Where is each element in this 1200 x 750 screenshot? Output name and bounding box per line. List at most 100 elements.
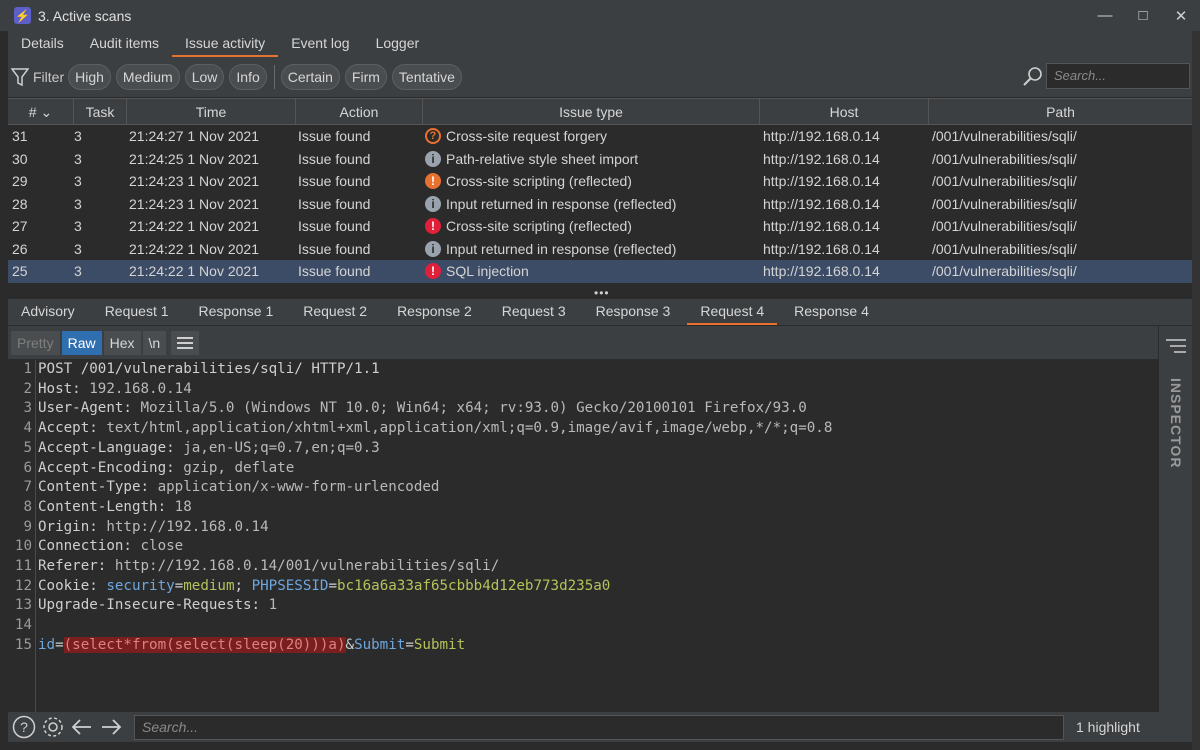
table-row[interactable]: 31 3 21:24:27 1 Nov 2021 Issue found? Cross-… — [8, 125, 1192, 148]
table-row[interactable]: 27 3 21:24:22 1 Nov 2021 Issue found! Cross-… — [8, 215, 1192, 238]
cell-action: Issue found — [298, 173, 371, 189]
tab-issue-activity[interactable]: Issue activity — [172, 31, 279, 57]
line-number: 1 — [23, 361, 32, 377]
severity-high-icon: ! — [425, 218, 441, 235]
tab-details[interactable]: Details — [8, 31, 77, 57]
minimize-icon[interactable]: — — [1086, 0, 1124, 31]
highlight-count: 1 highlight — [1076, 719, 1140, 735]
pretty-button[interactable]: Pretty — [11, 330, 60, 355]
cell-issue-type: i Input returned in response (reflected) — [423, 238, 760, 261]
code-token: Origin: — [38, 518, 107, 535]
cell-host: http://192.168.0.14 — [763, 240, 880, 257]
line-number: 4 — [23, 420, 32, 437]
filter-chip-medium[interactable]: Medium — [115, 64, 180, 90]
code-token: Content-Length: — [38, 498, 175, 515]
cell-num: 30 — [12, 150, 28, 167]
tab-response-4[interactable]: Response 4 — [781, 299, 882, 325]
help-icon[interactable]: ? — [11, 714, 37, 740]
table-row[interactable]: 25 3 21:24:22 1 Nov 2021 Issue found! SQL in… — [8, 260, 1192, 283]
cell-time: 21:24:23 1 Nov 2021 — [129, 173, 259, 189]
raw-request-editor[interactable]: 1 POST /001/vulnerabilities/sqli/ HTTP/1.… — [8, 360, 1158, 712]
table-row[interactable]: 29 3 21:24:23 1 Nov 2021 Issue found! Cross-… — [8, 170, 1192, 193]
column-header-host[interactable]: Host — [760, 99, 929, 125]
splitter-handle[interactable]: ••• — [594, 287, 610, 299]
cell-task: 3 — [74, 173, 82, 189]
filter-icon[interactable] — [11, 67, 29, 87]
request-line: 10 Connection: close — [8, 537, 1158, 557]
tab-request-4[interactable]: Request 4 — [687, 299, 778, 325]
request-line: 11 Referer: http://192.168.0.14/001/vulne… — [8, 557, 1158, 577]
cell-path: /001/vulnerabilities/sqli/ — [932, 263, 1077, 279]
column-header-action[interactable]: Action — [296, 99, 423, 125]
tab-request-3[interactable]: Request 3 — [489, 299, 579, 325]
tab-response-3[interactable]: Response 3 — [583, 299, 684, 325]
column-header-time[interactable]: Time — [127, 99, 296, 125]
tab-request-2[interactable]: Request 2 — [290, 299, 380, 325]
code-token: Cookie: — [38, 577, 107, 594]
code-token: security — [106, 577, 175, 594]
cell-host: http://192.168.0.14 — [763, 218, 880, 234]
filter-chip-high[interactable]: High — [68, 64, 111, 90]
code-token: = — [405, 636, 414, 653]
cell-time: 21:24:27 1 Nov 2021 — [129, 128, 259, 144]
menu-icon[interactable] — [171, 330, 200, 355]
tab-audit-items[interactable]: Audit items — [77, 31, 172, 57]
issue-type-label: Cross-site scripting (reflected) — [446, 173, 632, 189]
cell-host: http://192.168.0.14 — [763, 173, 880, 189]
tab-logger[interactable]: Logger — [363, 31, 433, 57]
code-token: Accept-Encoding: — [38, 459, 184, 476]
window-edge — [1192, 31, 1200, 750]
inspector-label[interactable]: INSPECTOR — [1168, 378, 1184, 468]
code-token: User-Agent: — [38, 400, 141, 417]
tab-response-2[interactable]: Response 2 — [384, 299, 485, 325]
forward-arrow-icon[interactable] — [98, 714, 124, 740]
cell-action: Issue found — [298, 218, 371, 234]
table-row[interactable]: 28 3 21:24:23 1 Nov 2021 Issue found i Input … — [8, 193, 1192, 216]
tab-request-1[interactable]: Request 1 — [92, 299, 182, 325]
code-token: close — [140, 538, 184, 555]
column-header-issue-type[interactable]: Issue type — [423, 99, 760, 125]
back-arrow-icon[interactable] — [69, 714, 95, 740]
column-header-path[interactable]: Path — [929, 99, 1192, 125]
filter-chip-low[interactable]: Low — [184, 64, 225, 90]
cell-host: http://192.168.0.14 — [763, 128, 880, 144]
cell-issue-type: ! Cross-site scripting (reflected) — [423, 215, 760, 238]
settings-gear-icon[interactable] — [40, 714, 66, 740]
hex-button[interactable]: Hex — [103, 330, 141, 355]
issue-type-label: SQL injection — [446, 263, 529, 279]
filter-chip-info[interactable]: Info — [229, 64, 267, 90]
request-line: 1 POST /001/vulnerabilities/sqli/ HTTP/1.… — [8, 360, 1158, 380]
code-token: ja,en-US;q=0.7,en;q=0.3 — [183, 439, 380, 456]
raw-button[interactable]: Raw — [61, 330, 102, 355]
code-token: id — [38, 636, 56, 653]
editor-search-input[interactable]: Search... — [134, 714, 1064, 740]
search-input[interactable]: Search... — [1046, 63, 1190, 89]
tab-advisory[interactable]: Advisory — [8, 299, 88, 325]
maximize-icon[interactable]: □ — [1124, 0, 1162, 31]
cell-num: 29 — [12, 173, 28, 189]
filter-chip-certain[interactable]: Certain — [280, 64, 340, 90]
window-title: 3. Active scans — [38, 7, 132, 24]
close-icon[interactable]: ✕ — [1162, 0, 1200, 31]
filter-chip-firm[interactable]: Firm — [344, 64, 387, 90]
code-token: 192.168.0.14 — [89, 380, 192, 397]
cell-time: 21:24:25 1 Nov 2021 — [129, 150, 259, 167]
cell-path: /001/vulnerabilities/sqli/ — [932, 195, 1077, 212]
tab-response-1[interactable]: Response 1 — [186, 299, 287, 325]
table-row[interactable]: 26 3 21:24:22 1 Nov 2021 Issue found i Input … — [8, 238, 1192, 261]
cell-task: 3 — [74, 240, 82, 257]
inspector-panel[interactable]: INSPECTOR — [1158, 326, 1192, 712]
newline-toggle-button[interactable]: \n — [142, 330, 167, 355]
tab-event-log[interactable]: Event log — [278, 31, 362, 57]
code-token: Accept-Language: — [38, 439, 184, 456]
filter-chip-tentative[interactable]: Tentative — [391, 64, 462, 90]
column-header-task[interactable]: Task — [74, 99, 127, 125]
column-header-num[interactable]: # ⌄ — [8, 99, 74, 125]
line-number: 13 — [14, 597, 32, 614]
code-token: = — [328, 577, 337, 594]
code-token: & — [345, 636, 355, 653]
inspector-list-icon[interactable] — [1166, 338, 1186, 354]
table-row[interactable]: 30 3 21:24:25 1 Nov 2021 Issue found i Path-r… — [8, 148, 1192, 171]
code-token: Upgrade-Insecure-Requests: — [38, 597, 269, 614]
filter-label[interactable]: Filter — [33, 69, 64, 85]
